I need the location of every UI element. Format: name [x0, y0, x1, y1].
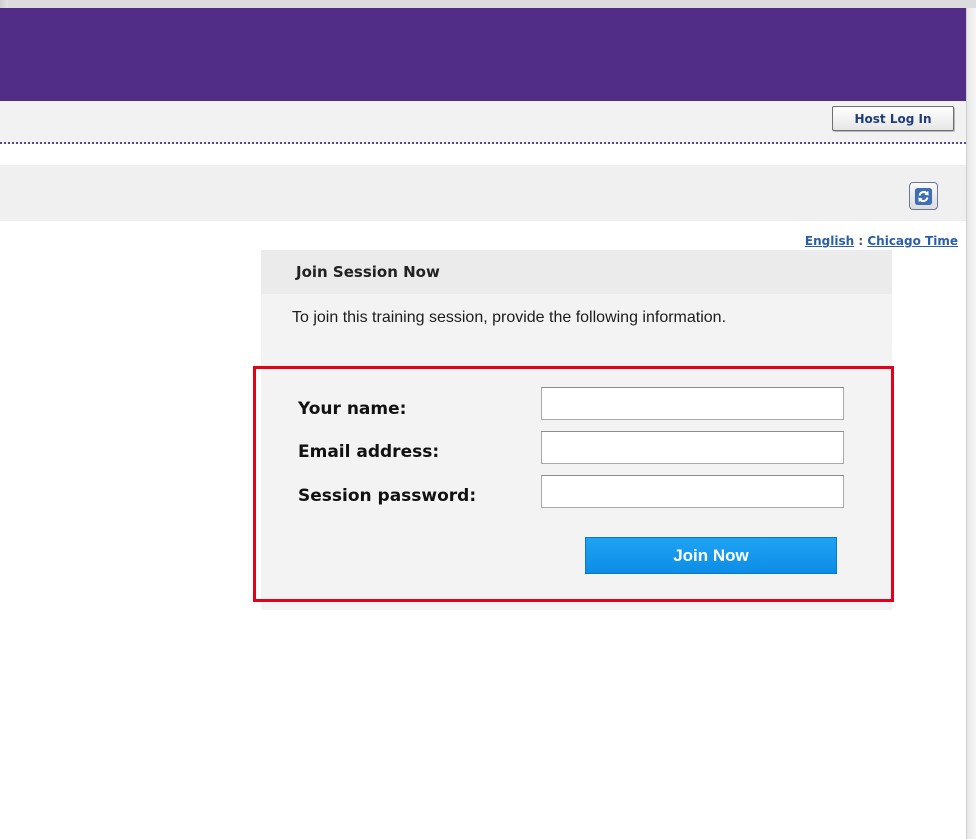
- timezone-link[interactable]: Chicago Time: [867, 234, 958, 248]
- session-password-input[interactable]: [541, 475, 844, 508]
- language-link[interactable]: English: [805, 234, 854, 248]
- locale-separator: :: [858, 234, 864, 248]
- refresh-icon: [914, 187, 933, 205]
- session-password-label: Session password:: [298, 486, 477, 506]
- locale-links: English : Chicago Time: [805, 234, 958, 248]
- email-address-input[interactable]: [541, 431, 844, 464]
- join-now-button[interactable]: Join Now: [585, 537, 837, 574]
- session-toolbar: [0, 165, 966, 221]
- scrollbar-track[interactable]: [966, 8, 976, 839]
- host-login-button[interactable]: Host Log In: [832, 106, 954, 131]
- your-name-label: Your name:: [298, 399, 407, 419]
- navigation-bar: Host Log In: [0, 101, 966, 144]
- panel-description: To join this training session, provide t…: [292, 309, 727, 326]
- your-name-input[interactable]: [541, 387, 844, 420]
- email-address-label: Email address:: [298, 442, 440, 462]
- top-banner: [0, 8, 966, 101]
- refresh-button[interactable]: [909, 182, 938, 210]
- panel-title: Join Session Now: [261, 250, 892, 294]
- window-frame-top: [0, 0, 976, 8]
